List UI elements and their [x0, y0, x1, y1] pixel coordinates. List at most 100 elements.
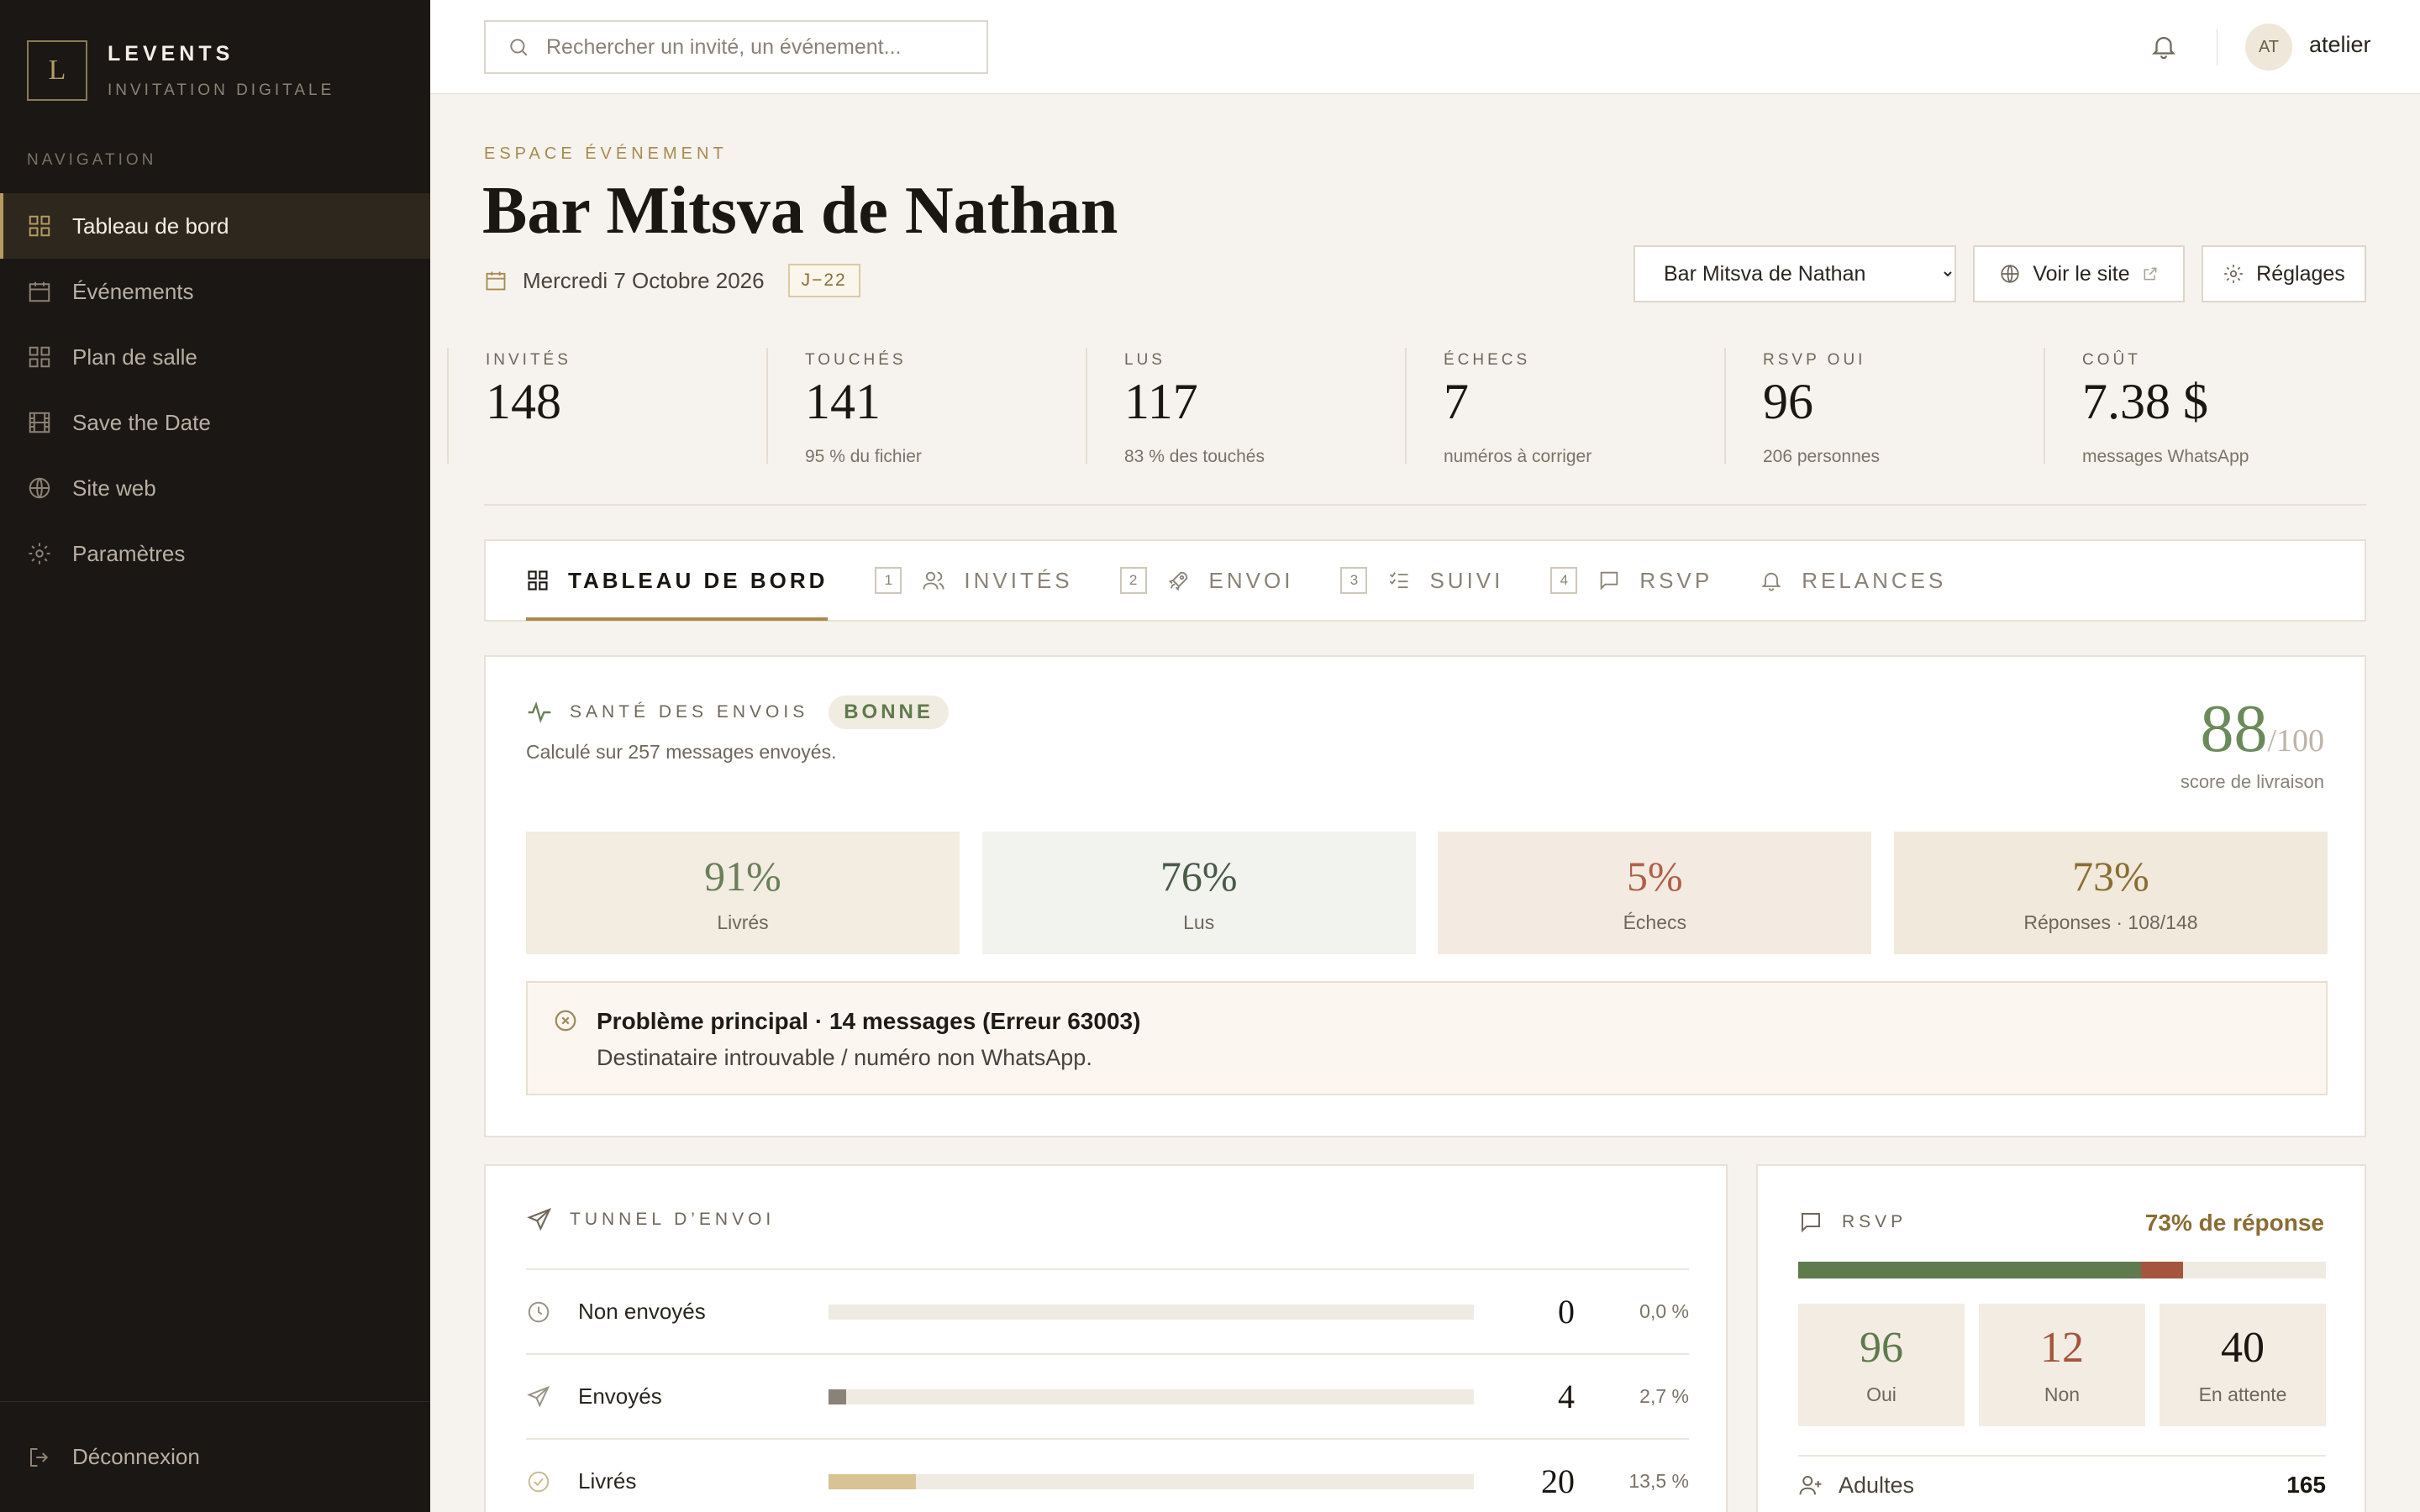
tab-label: ENVOI [1208, 567, 1294, 593]
metric-value: 73% [2072, 852, 2149, 900]
users-icon [922, 569, 945, 592]
stat-read: LUS 117 83 % des touchés [1086, 348, 1405, 466]
rsvp-summary: 96 Oui 12 Non 40 En attente [1798, 1304, 2326, 1426]
notifications-bell-icon[interactable] [2149, 32, 2178, 60]
stat-cost: COÛT 7.38 $ messages WhatsApp [2044, 348, 2363, 466]
score-label: score de livraison [2180, 771, 2324, 792]
search-box[interactable] [484, 20, 988, 74]
send-icon [526, 1384, 551, 1410]
tab-guests[interactable]: 1 INVITÉS [875, 540, 1072, 621]
stat-sub: 95 % du fichier [805, 447, 922, 466]
section-title: TUNNEL D’ENVOI [570, 1210, 776, 1229]
brand-logo: L [27, 40, 87, 101]
alert-description: Destinataire introuvable / numéro non Wh… [597, 1045, 1092, 1070]
tab-rsvp[interactable]: 4 RSVP [1550, 540, 1712, 621]
status-badge: BONNE [829, 696, 949, 729]
sidebar-item-dashboard[interactable]: Tableau de bord [0, 193, 430, 259]
sidebar-item-events[interactable]: Événements [0, 259, 430, 324]
gear-icon [2223, 263, 2244, 285]
metric-read: 76% Lus [981, 832, 1416, 954]
globe-icon [27, 475, 52, 501]
gear-icon [27, 541, 52, 566]
logout-icon [27, 1445, 52, 1470]
clock-icon [526, 1299, 551, 1325]
checklist-icon [1387, 569, 1411, 592]
tab-tracking[interactable]: 3 SUIVI [1340, 540, 1503, 621]
stat-label: LUS [1124, 351, 1165, 369]
sidebar-item-label: Tableau de bord [72, 213, 229, 239]
settings-button[interactable]: Réglages [2202, 245, 2366, 302]
search-input[interactable] [546, 34, 966, 60]
globe-icon [1999, 263, 2021, 285]
rocket-icon [1167, 569, 1191, 592]
main-nav: Tableau de bord Événements Plan de salle… [0, 193, 430, 586]
event-date-row: Mercredi 7 Octobre 2026 J−22 [484, 264, 860, 297]
tab-send[interactable]: 2 ENVOI [1119, 540, 1294, 621]
metric-value: 76% [1160, 852, 1238, 900]
stat-sub: numéros à corriger [1444, 447, 1592, 466]
stat-label: TOUCHÉS [805, 351, 907, 369]
username[interactable]: atelier [2309, 32, 2371, 58]
tab-reminders[interactable]: RELANCES [1760, 540, 1946, 621]
sidebar-item-label: Site web [72, 475, 156, 501]
metric-label: Échecs [1623, 911, 1687, 933]
settings-label: Réglages [2256, 261, 2345, 286]
stat-label: RSVP OUI [1763, 351, 1866, 369]
funnel-label: Non envoyés [578, 1299, 706, 1324]
health-subtitle: Calculé sur 257 messages envoyés. [526, 741, 837, 763]
tab-bar: TABLEAU DE BORD 1 INVITÉS 2 ENVOI 3 SUIV… [484, 539, 2366, 622]
avatar[interactable]: AT [2245, 24, 2292, 71]
tab-dashboard[interactable]: TABLEAU DE BORD [526, 540, 829, 621]
health-metrics: 91% Livrés 76% Lus 5% Échecs 73% Réponse… [526, 832, 2328, 954]
sidebar-item-label: Paramètres [72, 540, 186, 566]
calendar-icon [27, 279, 52, 304]
event-select[interactable]: Bar Mitsva de Nathan [1634, 245, 1956, 302]
funnel-row-delivered: Livrés 20 13,5 % [526, 1438, 1689, 1512]
layout-icon [27, 344, 52, 370]
check-circle-icon [526, 1469, 551, 1494]
sidebar-item-seating-plan[interactable]: Plan de salle [0, 324, 430, 390]
rsvp-box-yes: 96 Oui [1798, 1304, 1965, 1426]
section-title: SANTÉ DES ENVOIS [570, 702, 809, 722]
stat-reached: TOUCHÉS 141 95 % du fichier [766, 348, 1086, 466]
funnel-label: Livrés [578, 1468, 637, 1494]
funnel-percent: 13,5 % [1628, 1470, 1689, 1492]
delivery-health-card: SANTÉ DES ENVOIS BONNE Calculé sur 257 m… [484, 655, 2366, 1137]
sidebar-item-label: Save the Date [72, 409, 211, 435]
brand[interactable]: L LEVENTS INVITATION DIGITALE [27, 40, 334, 101]
tab-label: INVITÉS [964, 567, 1073, 593]
stat-value: 148 [486, 374, 561, 429]
stat-sub: 206 personnes [1763, 447, 1880, 466]
tab-label: RSVP [1639, 567, 1713, 593]
rsvp-card: RSVP 73% de réponse 96 Oui 12 Non 40 En … [1756, 1164, 2366, 1512]
funnel-row-not-sent: Non envoyés 0 0,0 % [526, 1268, 1689, 1353]
rsvp-bar-yes [1798, 1262, 2141, 1278]
funnel-bar-fill [829, 1389, 846, 1404]
send-funnel-card: TUNNEL D’ENVOI Non envoyés 0 0,0 % Envoy… [484, 1164, 1728, 1512]
stat-sub: 83 % des touchés [1124, 447, 1265, 466]
stat-value: 7 [1444, 374, 1469, 429]
funnel-percent: 0,0 % [1639, 1300, 1689, 1322]
rsvp-bar-no [2140, 1262, 2184, 1278]
alert-title: Problème principal · 14 messages (Erreur… [597, 1008, 1141, 1034]
grid-icon [27, 213, 52, 239]
sidebar-item-save-the-date[interactable]: Save the Date [0, 390, 430, 455]
countdown-badge: J−22 [787, 264, 860, 297]
view-site-button[interactable]: Voir le site [1973, 245, 2185, 302]
external-link-icon [2142, 265, 2159, 282]
metric-failures: 5% Échecs [1438, 832, 1872, 954]
sidebar-item-website[interactable]: Site web [0, 455, 430, 521]
stat-value: 7.38 $ [2082, 374, 2208, 429]
logout-button[interactable]: Déconnexion [0, 1401, 430, 1512]
metric-value: 91% [704, 852, 781, 900]
rsvp-adults-row: Adultes 165 [1798, 1472, 2326, 1499]
rsvp-box-value: 40 [2221, 1323, 2265, 1372]
tab-step-number: 1 [875, 567, 902, 594]
metric-label: Lus [1183, 911, 1215, 933]
funnel-count: 0 [1558, 1293, 1575, 1331]
film-icon [27, 410, 52, 435]
sidebar-item-settings[interactable]: Paramètres [0, 521, 430, 586]
stat-invites: INVITÉS 148 [447, 348, 766, 464]
calendar-icon [484, 269, 508, 292]
error-circle-icon [553, 1008, 578, 1033]
